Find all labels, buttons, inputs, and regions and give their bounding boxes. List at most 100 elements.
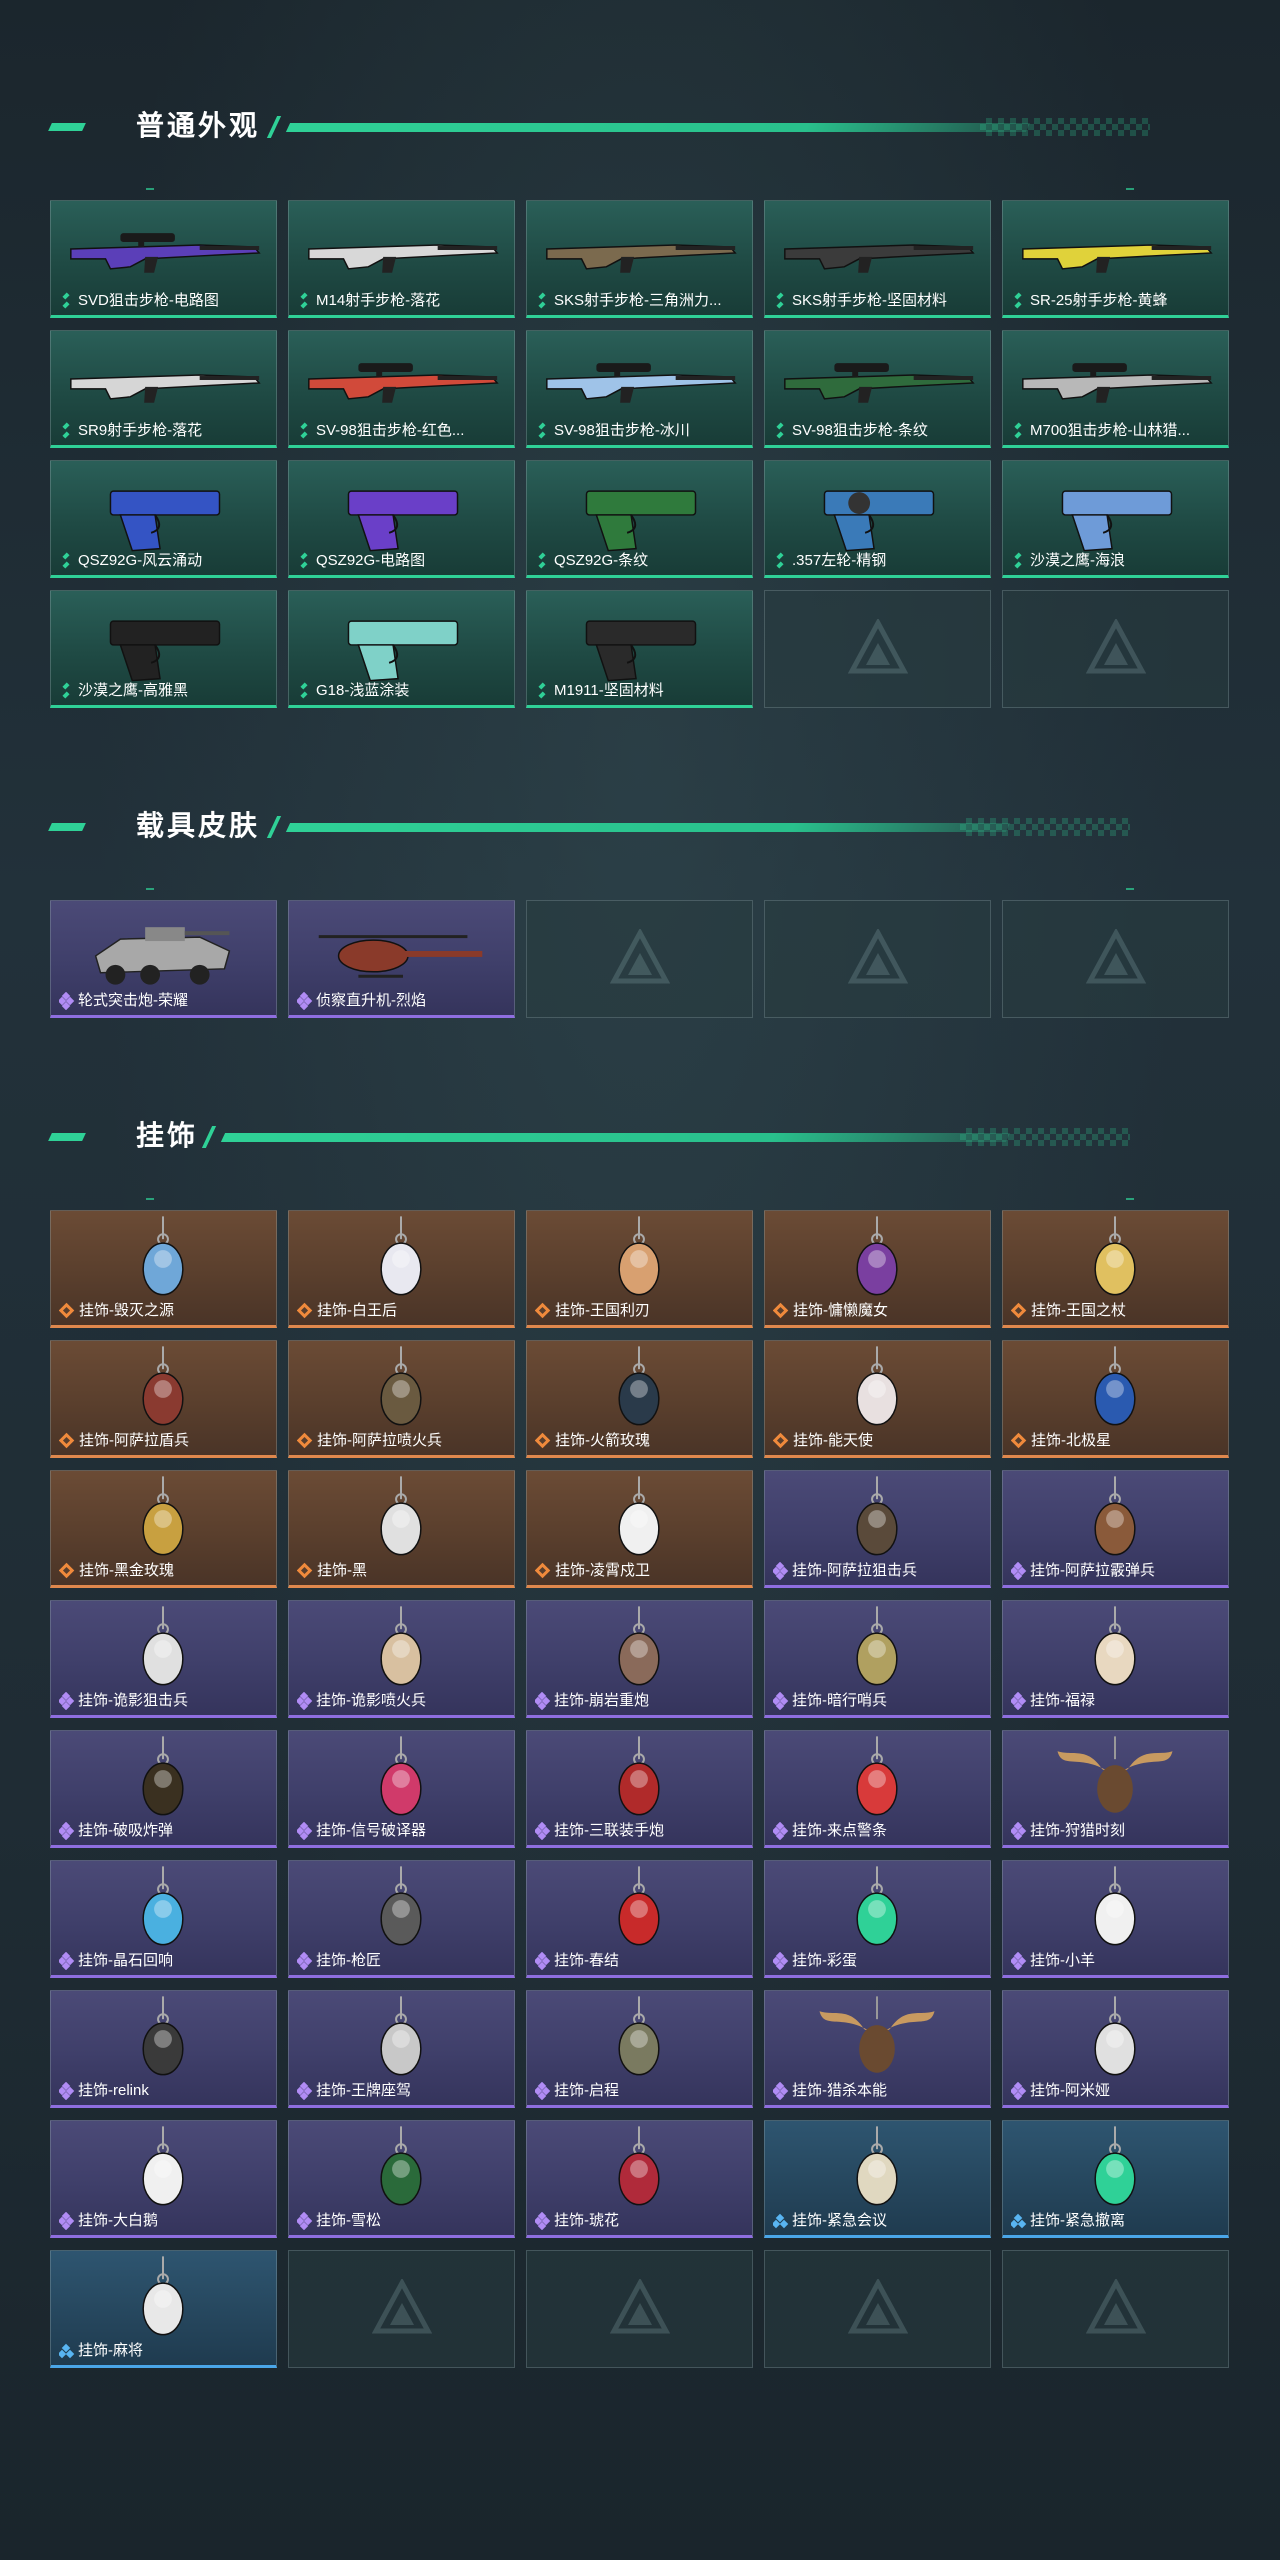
item-label: 挂饰-晶石回响 — [59, 1952, 270, 1970]
item-card[interactable]: SV-98狙击步枪-红色... — [288, 330, 515, 448]
item-card[interactable]: 挂饰-能天使 — [764, 1340, 991, 1458]
item-label: 挂饰-福禄 — [1011, 1692, 1222, 1710]
item-card[interactable]: 挂饰-信号破译器 — [288, 1730, 515, 1848]
item-label: 沙漠之鹰-高雅黑 — [59, 682, 270, 700]
item-card[interactable]: 侦察直升机-烈焰 — [288, 900, 515, 1018]
antler-charm-icon — [819, 1996, 935, 2073]
rarity-orange-icon — [773, 1302, 789, 1319]
sniper-rifle-icon — [1022, 363, 1213, 403]
item-card[interactable]: 挂饰-启程 — [526, 1990, 753, 2108]
item-card[interactable]: 挂饰-枪匠 — [288, 1860, 515, 1978]
item-card[interactable]: 挂饰-春结 — [526, 1860, 753, 1978]
rarity-green-icon — [1011, 292, 1025, 309]
item-card[interactable]: 挂饰-王国利刃 — [526, 1210, 753, 1328]
item-card[interactable]: 挂饰-暗行哨兵 — [764, 1600, 991, 1718]
item-label: 挂饰-彩蛋 — [773, 1952, 984, 1970]
item-card[interactable]: 挂饰-崩岩重炮 — [526, 1600, 753, 1718]
item-card[interactable]: 挂饰-琥花 — [526, 2120, 753, 2238]
rarity-purple-icon — [773, 1822, 789, 1840]
item-card[interactable]: 挂饰-福禄 — [1002, 1600, 1229, 1718]
item-card[interactable]: 挂饰-火箭玫瑰 — [526, 1340, 753, 1458]
item-card[interactable]: 挂饰-凌霄戍卫 — [526, 1470, 753, 1588]
item-card[interactable]: 挂饰-晶石回响 — [50, 1860, 277, 1978]
item-card[interactable]: SR9射手步枪-落花 — [50, 330, 277, 448]
item-card[interactable]: 沙漠之鹰-高雅黑 — [50, 590, 277, 708]
rarity-purple-icon — [59, 1692, 75, 1710]
revolver-icon — [823, 490, 935, 552]
item-card[interactable]: M1911-坚固材料 — [526, 590, 753, 708]
item-card[interactable]: 挂饰-毁灭之源 — [50, 1210, 277, 1328]
item-card[interactable]: 挂饰-诡影喷火兵 — [288, 1600, 515, 1718]
item-card[interactable]: SV-98狙击步枪-冰川 — [526, 330, 753, 448]
item-card[interactable]: 沙漠之鹰-海浪 — [1002, 460, 1229, 578]
rarity-green-icon — [297, 552, 311, 569]
item-card[interactable]: 挂饰-来点警条 — [764, 1730, 991, 1848]
item-card[interactable]: QSZ92G-电路图 — [288, 460, 515, 578]
rarity-green-icon — [59, 292, 73, 309]
rarity-purple-icon — [297, 992, 313, 1010]
header-checker-pattern — [960, 1128, 1130, 1146]
item-name: SKS射手步枪-坚固材料 — [792, 292, 948, 309]
goose-charm-icon — [142, 2126, 184, 2206]
item-card[interactable]: 挂饰-黑 — [288, 1470, 515, 1588]
rarity-purple-icon — [297, 2212, 313, 2230]
rarity-green-icon — [535, 552, 549, 569]
item-card[interactable]: G18-浅蓝涂装 — [288, 590, 515, 708]
item-card[interactable]: .357左轮-精钢 — [764, 460, 991, 578]
item-card[interactable]: 轮式突击炮-荣耀 — [50, 900, 277, 1018]
item-card[interactable]: 挂饰-阿萨拉霰弹兵 — [1002, 1470, 1229, 1588]
item-card[interactable]: QSZ92G-条纹 — [526, 460, 753, 578]
header-slash — [201, 1126, 217, 1148]
item-card[interactable]: 挂饰-大白鹅 — [50, 2120, 277, 2238]
rarity-orange-icon — [535, 1562, 551, 1579]
item-card[interactable]: 挂饰-阿萨拉盾兵 — [50, 1340, 277, 1458]
item-card[interactable]: M14射手步枪-落花 — [288, 200, 515, 318]
soldier-charm-icon — [618, 1606, 660, 1686]
rarity-purple-icon — [1011, 1692, 1027, 1710]
item-label: SKS射手步枪-坚固材料 — [773, 292, 984, 310]
item-card[interactable]: 挂饰-北极星 — [1002, 1340, 1229, 1458]
item-card[interactable]: 挂饰-阿米娅 — [1002, 1990, 1229, 2108]
item-card[interactable]: M700狙击步枪-山林猎... — [1002, 330, 1229, 448]
item-card[interactable]: 挂饰-慵懒魔女 — [764, 1210, 991, 1328]
knot-charm-icon — [618, 1866, 660, 1946]
item-card[interactable]: QSZ92G-风云涌动 — [50, 460, 277, 578]
item-card[interactable]: 挂饰-王国之杖 — [1002, 1210, 1229, 1328]
item-card[interactable]: 挂饰-雪松 — [288, 2120, 515, 2238]
section-title: 挂饰 — [136, 1120, 199, 1151]
item-label: 挂饰-阿萨拉喷火兵 — [297, 1432, 508, 1450]
item-name: 沙漠之鹰-海浪 — [1030, 552, 1125, 569]
rarity-green-icon — [59, 552, 73, 569]
item-grid: 轮式突击炮-荣耀 侦察直升机-烈焰 — [50, 900, 1230, 1030]
item-name: 挂饰-崩岩重炮 — [554, 1692, 649, 1709]
item-label: 挂饰-紧急撤离 — [1011, 2212, 1222, 2230]
game-logo-icon — [1085, 2279, 1146, 2334]
item-card[interactable]: 挂饰-黑金玫瑰 — [50, 1470, 277, 1588]
frame-charm-icon — [1094, 2126, 1136, 2206]
item-label: 挂饰-小羊 — [1011, 1952, 1222, 1970]
item-card[interactable]: 挂饰-紧急会议 — [764, 2120, 991, 2238]
item-card[interactable]: 挂饰-三联装手炮 — [526, 1730, 753, 1848]
item-card[interactable]: SR-25射手步枪-黄蜂 — [1002, 200, 1229, 318]
item-card[interactable]: SKS射手步枪-坚固材料 — [764, 200, 991, 318]
rarity-orange-icon — [773, 1432, 789, 1449]
item-card[interactable]: 挂饰-relink — [50, 1990, 277, 2108]
item-card[interactable]: 挂饰-彩蛋 — [764, 1860, 991, 1978]
item-card[interactable]: 挂饰-猎杀本能 — [764, 1990, 991, 2108]
item-card[interactable]: 挂饰-诡影狙击兵 — [50, 1600, 277, 1718]
item-card[interactable]: 挂饰-阿萨拉喷火兵 — [288, 1340, 515, 1458]
item-card[interactable]: SV-98狙击步枪-条纹 — [764, 330, 991, 448]
item-label: 挂饰-春结 — [535, 1952, 746, 1970]
item-card[interactable]: SVD狙击步枪-电路图 — [50, 200, 277, 318]
item-card[interactable]: 挂饰-王牌座驾 — [288, 1990, 515, 2108]
item-label: 挂饰-能天使 — [773, 1432, 984, 1450]
item-card[interactable]: SKS射手步枪-三角洲力... — [526, 200, 753, 318]
item-card[interactable]: 挂饰-阿萨拉狙击兵 — [764, 1470, 991, 1588]
item-card[interactable]: 挂饰-紧急撤离 — [1002, 2120, 1229, 2238]
item-card[interactable]: 挂饰-破吸炸弹 — [50, 1730, 277, 1848]
item-name: SR9射手步枪-落花 — [78, 422, 203, 439]
item-card[interactable]: 挂饰-小羊 — [1002, 1860, 1229, 1978]
item-card[interactable]: 挂饰-麻将 — [50, 2250, 277, 2368]
item-card[interactable]: 挂饰-白王后 — [288, 1210, 515, 1328]
item-card[interactable]: 挂饰-狩猎时刻 — [1002, 1730, 1229, 1848]
